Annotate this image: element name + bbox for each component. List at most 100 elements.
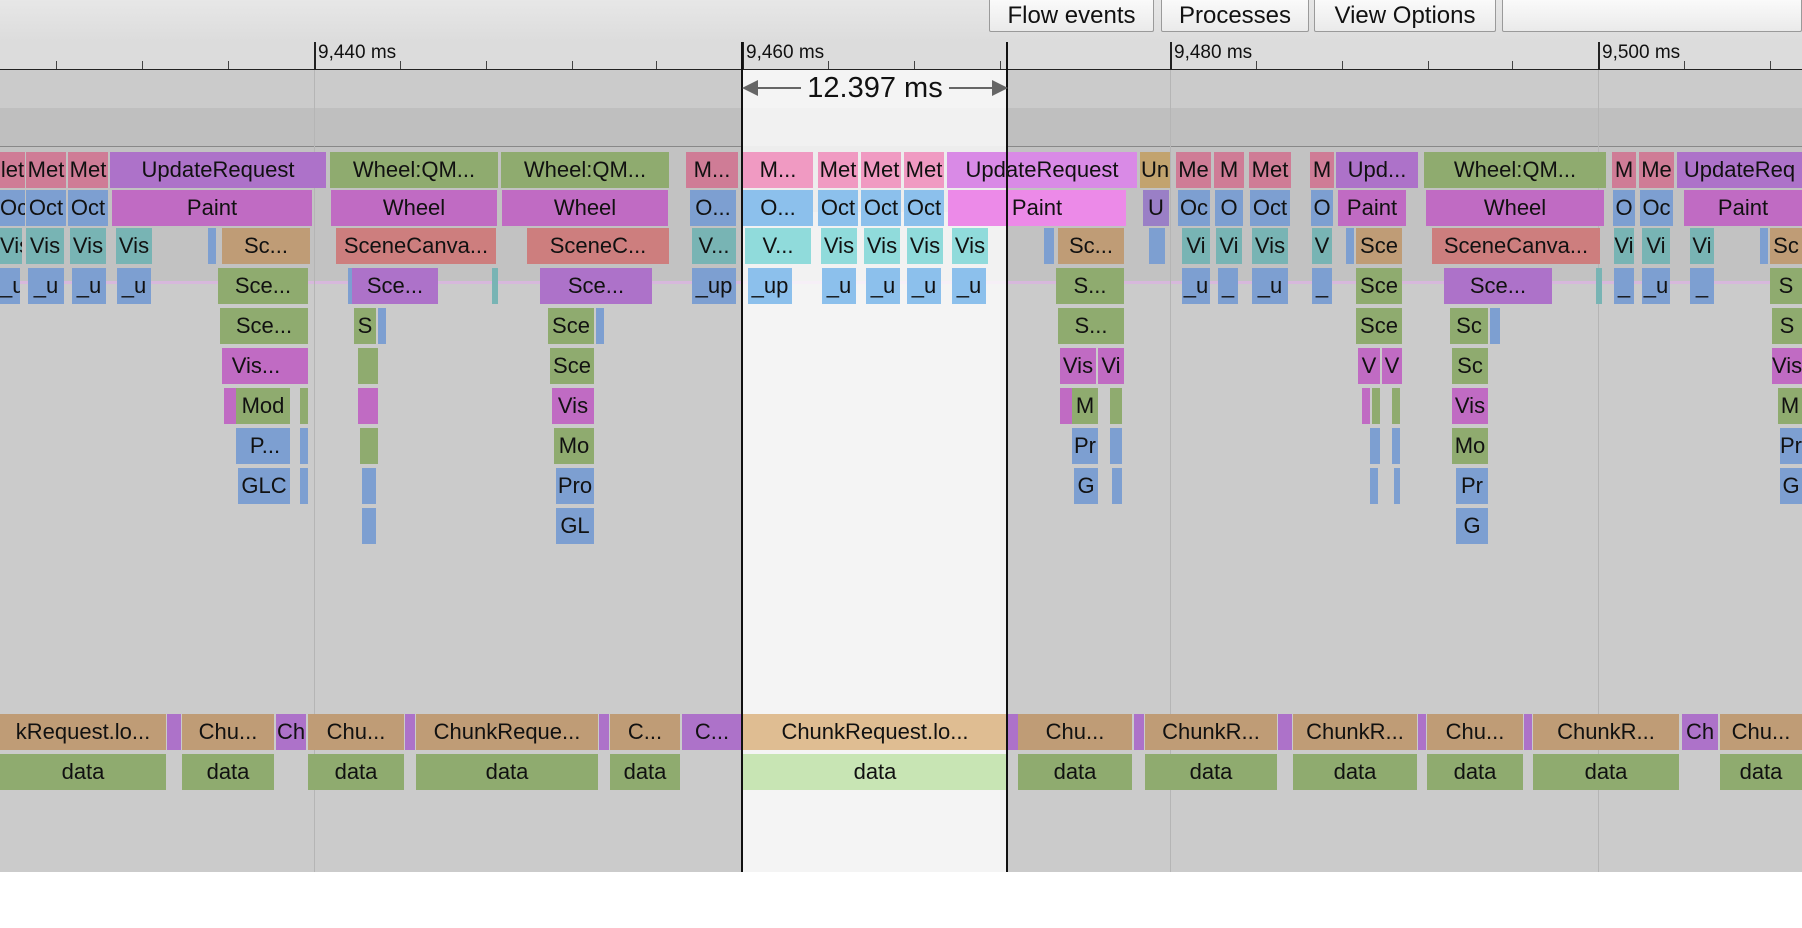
- trace-slice[interactable]: S: [1770, 268, 1802, 304]
- trace-slice[interactable]: [1392, 388, 1400, 424]
- trace-slice[interactable]: C...: [610, 714, 680, 750]
- trace-slice[interactable]: Sce: [548, 308, 594, 344]
- trace-slice[interactable]: Oct: [0, 190, 25, 226]
- trace-slice[interactable]: [1008, 714, 1018, 750]
- trace-slice[interactable]: M: [1310, 152, 1334, 188]
- trace-slice[interactable]: _: [1218, 268, 1238, 304]
- trace-slice[interactable]: Vis: [1252, 228, 1288, 264]
- trace-slice[interactable]: [1596, 268, 1602, 304]
- trace-slice[interactable]: Pr: [1456, 468, 1488, 504]
- trace-slice[interactable]: Oc: [1640, 190, 1673, 226]
- trace-slice[interactable]: Chu...: [182, 714, 274, 750]
- trace-slice[interactable]: [1370, 428, 1380, 464]
- trace-slice[interactable]: Oct: [68, 190, 108, 226]
- trace-slice[interactable]: [358, 348, 378, 384]
- trace-slice[interactable]: data: [182, 754, 274, 790]
- trace-slice[interactable]: O...: [743, 190, 813, 226]
- trace-slice[interactable]: G: [1780, 468, 1802, 504]
- trace-slice[interactable]: [596, 308, 604, 344]
- trace-slice[interactable]: [1278, 714, 1292, 750]
- trace-slice[interactable]: [1149, 228, 1165, 264]
- trace-slice[interactable]: Pr: [1780, 428, 1802, 464]
- trace-slice[interactable]: _u: [907, 268, 941, 304]
- trace-slice[interactable]: _u: [1182, 268, 1210, 304]
- trace-slice[interactable]: _u: [822, 268, 856, 304]
- trace-slice[interactable]: Wheel:QM...: [501, 152, 669, 188]
- trace-slice[interactable]: ChunkRequest.lo...: [743, 714, 1007, 750]
- trace-slice[interactable]: data: [610, 754, 680, 790]
- trace-slice[interactable]: _: [1614, 268, 1634, 304]
- trace-slice[interactable]: Vi: [1098, 348, 1124, 384]
- trace-slice[interactable]: Sc: [1770, 228, 1802, 264]
- trace-slice[interactable]: kRequest.lo...: [0, 714, 166, 750]
- trace-slice[interactable]: UpdateRequest: [110, 152, 326, 188]
- trace-slice[interactable]: Paint: [1338, 190, 1406, 226]
- trace-slice[interactable]: SceneC...: [527, 228, 669, 264]
- trace-slice[interactable]: data: [1533, 754, 1679, 790]
- trace-slice[interactable]: Oct: [26, 190, 66, 226]
- trace-slice[interactable]: M: [1072, 388, 1098, 424]
- trace-slice[interactable]: Vis: [821, 228, 857, 264]
- trace-slice[interactable]: UpdateReq: [1677, 152, 1802, 188]
- trace-slice[interactable]: M: [1778, 388, 1802, 424]
- trace-slice[interactable]: Vis: [907, 228, 943, 264]
- trace-slice[interactable]: SceneCanva...: [336, 228, 496, 264]
- trace-slice[interactable]: Ch: [276, 714, 306, 750]
- selection-start-line[interactable]: [741, 42, 743, 872]
- trace-slice[interactable]: [1110, 388, 1122, 424]
- trace-slice[interactable]: data: [1427, 754, 1523, 790]
- trace-slice[interactable]: [1110, 428, 1122, 464]
- trace-slice[interactable]: _up: [748, 268, 792, 304]
- trace-slice[interactable]: S: [354, 308, 376, 344]
- trace-slice[interactable]: C...: [682, 714, 742, 750]
- trace-slice[interactable]: Wheel:QM...: [330, 152, 498, 188]
- trace-slice[interactable]: [1362, 388, 1370, 424]
- trace-slice[interactable]: Vis: [864, 228, 900, 264]
- trace-slice[interactable]: Vis: [952, 228, 988, 264]
- trace-slice[interactable]: Chu...: [1427, 714, 1523, 750]
- trace-slice[interactable]: Upd...: [1336, 152, 1418, 188]
- trace-slice[interactable]: Vi: [1216, 228, 1242, 264]
- trace-slice[interactable]: Paint: [1684, 190, 1802, 226]
- trace-slice[interactable]: Sce...: [220, 308, 308, 344]
- trace-slice[interactable]: Met: [861, 152, 901, 188]
- trace-slice[interactable]: [378, 308, 386, 344]
- trace-slice[interactable]: _u: [1252, 268, 1288, 304]
- trace-slice[interactable]: [300, 388, 308, 424]
- trace-slice[interactable]: Mod: [236, 388, 290, 424]
- trace-slice[interactable]: Oct: [818, 190, 858, 226]
- trace-slice[interactable]: [167, 714, 181, 750]
- trace-slice[interactable]: Oct: [904, 190, 944, 226]
- trace-slice[interactable]: U: [1143, 190, 1169, 226]
- trace-slice[interactable]: S: [1772, 308, 1802, 344]
- trace-slice[interactable]: ChunkR...: [1293, 714, 1417, 750]
- trace-slice[interactable]: Sce: [1356, 308, 1402, 344]
- trace-slice[interactable]: [1394, 468, 1400, 504]
- trace-slice[interactable]: Oct: [1250, 190, 1290, 226]
- trace-slice[interactable]: Met: [904, 152, 944, 188]
- trace-slice[interactable]: [300, 428, 308, 464]
- trace-slice[interactable]: V: [1358, 348, 1380, 384]
- trace-slice[interactable]: ChunkReque...: [416, 714, 598, 750]
- trace-slice[interactable]: Vis: [0, 228, 22, 264]
- trace-slice[interactable]: Pro: [556, 468, 594, 504]
- trace-slice[interactable]: _u: [117, 268, 151, 304]
- trace-slice[interactable]: [492, 268, 498, 304]
- trace-slice[interactable]: M...: [686, 152, 738, 188]
- trace-slice[interactable]: Sce...: [218, 268, 308, 304]
- trace-slice[interactable]: GLC: [238, 468, 290, 504]
- trace-slice[interactable]: [362, 508, 376, 544]
- trace-slice[interactable]: Vi: [1642, 228, 1670, 264]
- trace-slice[interactable]: [1392, 428, 1400, 464]
- trace-slice[interactable]: [362, 468, 376, 504]
- trace-slice[interactable]: O...: [690, 190, 736, 226]
- trace-slice[interactable]: Wheel:QM...: [1424, 152, 1606, 188]
- trace-slice[interactable]: Chu...: [1720, 714, 1802, 750]
- trace-slice[interactable]: [1060, 388, 1072, 424]
- trace-slice[interactable]: Vis: [26, 228, 64, 264]
- trace-slice[interactable]: V: [1312, 228, 1332, 264]
- trace-slice[interactable]: data: [0, 754, 166, 790]
- trace-slice[interactable]: Vis: [552, 388, 594, 424]
- trace-slice[interactable]: [1524, 714, 1532, 750]
- trace-slice[interactable]: Sc: [1452, 348, 1488, 384]
